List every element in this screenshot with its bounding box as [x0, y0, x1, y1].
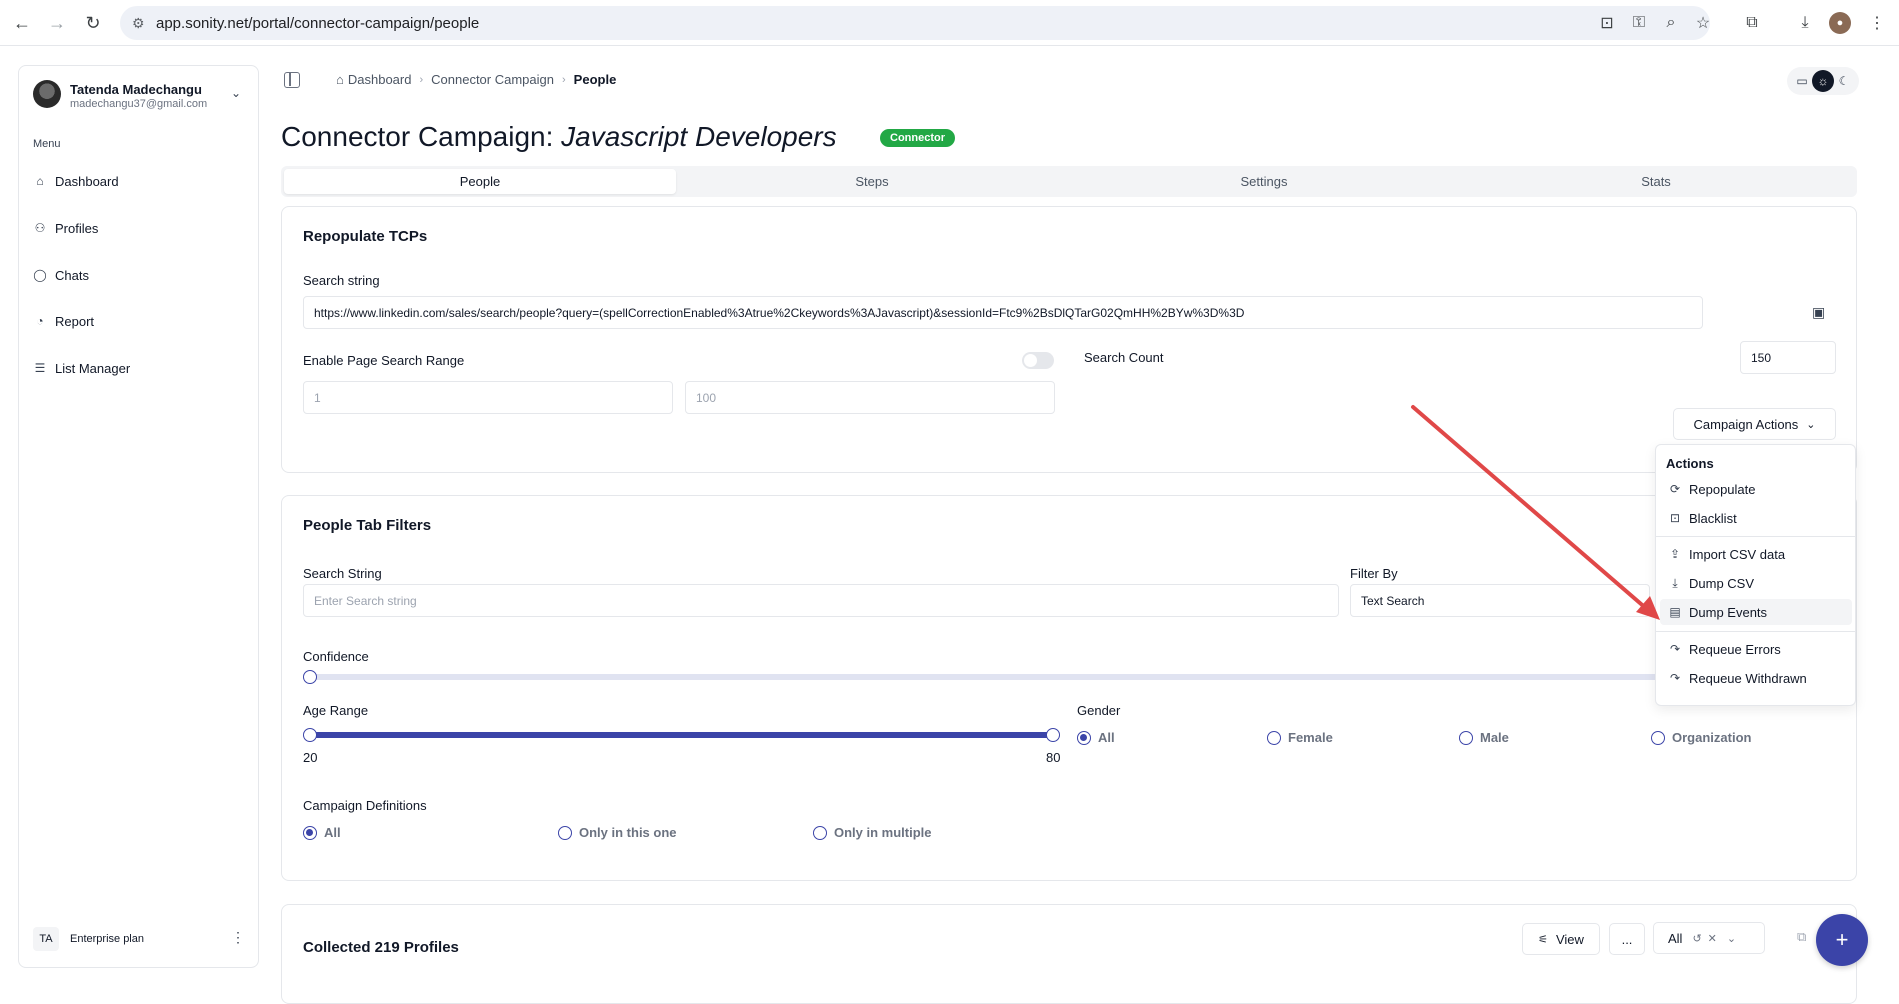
annotation-arrow	[1411, 405, 1660, 620]
arrow-shaft	[1411, 405, 1650, 612]
add-button[interactable]: +	[1816, 914, 1868, 966]
arrow-head	[1636, 596, 1660, 620]
